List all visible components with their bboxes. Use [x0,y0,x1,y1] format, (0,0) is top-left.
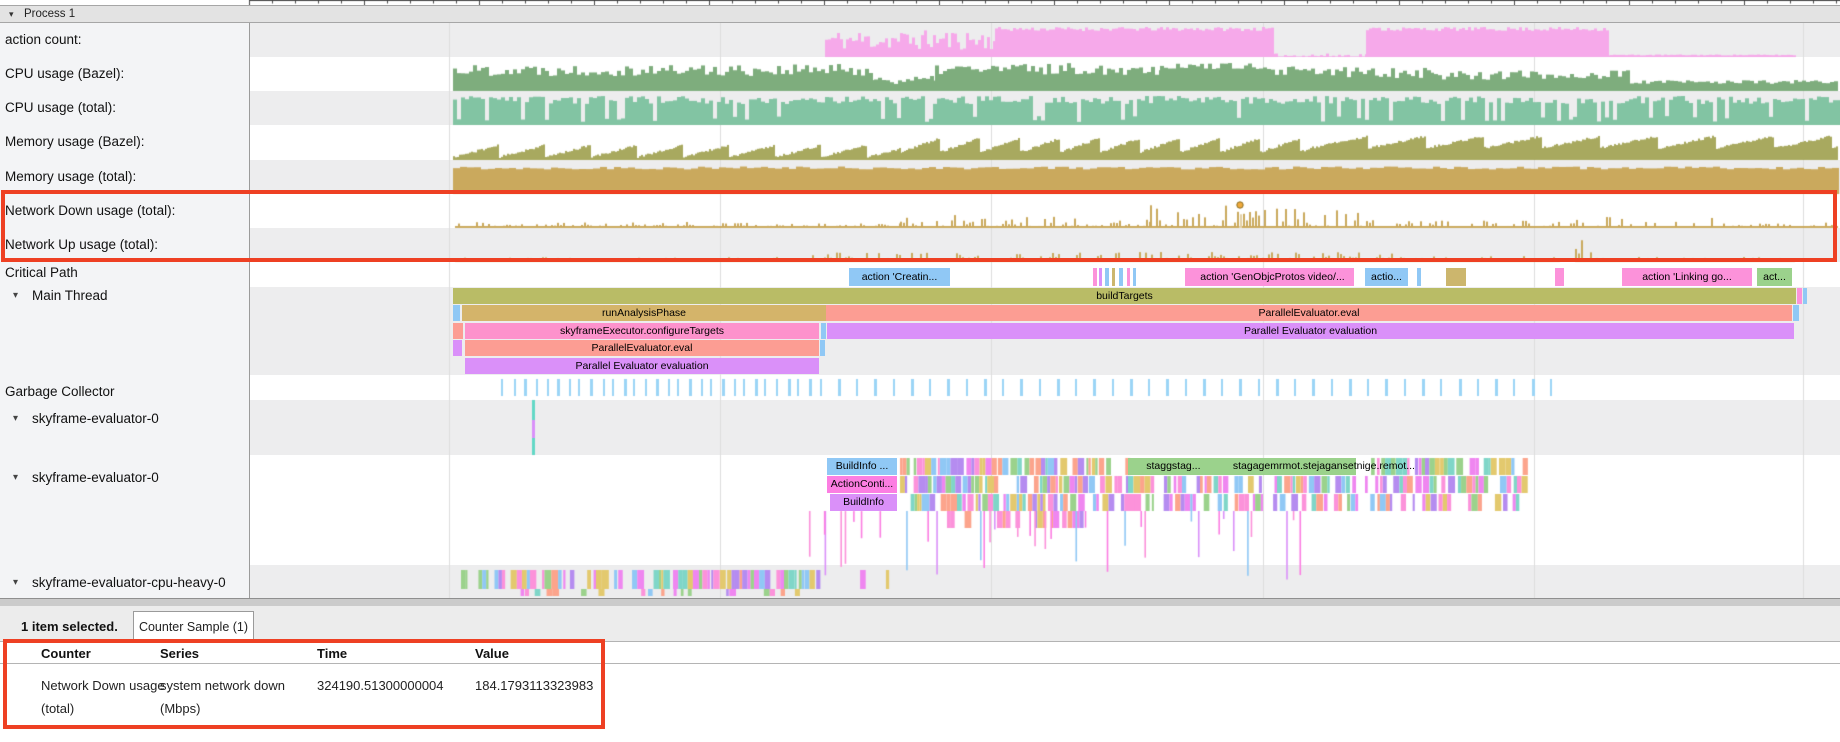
process-name: Process 1 [24,8,75,20]
overlapping-slice-label: staggstag... [1146,458,1200,475]
collapse-triangle-icon[interactable]: ▾ [13,413,18,424]
trace-slice-sliver[interactable]: staggstag...stagagemrmot.stejagansetnige… [1128,458,1356,475]
trace-slice[interactable]: act... [1757,268,1792,286]
counter-track-label: CPU usage (Bazel): [5,66,124,81]
collapse-triangle-icon[interactable]: ▾ [13,472,18,483]
collapse-triangle-icon[interactable]: ▾ [9,9,14,20]
trace-slice-sliver[interactable] [821,323,826,339]
trace-slice-sliver[interactable] [453,305,460,321]
trace-slice-sliver[interactable] [1127,268,1130,286]
details-tab-bar: 1 item selected. Counter Sample (1) [0,606,1840,642]
trace-slice-sliver[interactable] [1417,268,1421,286]
trace-slice-sliver[interactable] [1803,288,1807,304]
trace-slice-sliver[interactable] [1446,268,1466,286]
trace-slice[interactable]: action 'Linking go... [1622,268,1752,286]
trace-viewer-window: ▾ Process 1 1 item selected. Counter Sam… [0,0,1840,742]
selection-summary: 1 item selected. [21,619,118,634]
thread-track-label: Critical Path [5,265,78,280]
trace-slice[interactable]: ParallelEvaluator.eval [465,340,819,356]
counter-track-label: Memory usage (total): [5,169,136,184]
thread-track-label: skyframe-evaluator-0 [32,470,159,485]
thread-track-label: Garbage Collector [5,384,115,399]
trace-slice[interactable]: buildTargets [453,288,1796,304]
trace-slice-sliver[interactable] [453,340,462,356]
thread-track-label: skyframe-evaluator-cpu-heavy-0 [32,575,226,590]
collapse-triangle-icon[interactable]: ▾ [13,290,18,301]
counter-track-label: Memory usage (Bazel): [5,134,145,149]
trace-slice[interactable]: ActionConti... [827,476,897,493]
collapse-triangle-icon[interactable]: ▾ [13,577,18,588]
trace-slice-sliver[interactable] [1119,268,1123,286]
counter-track-label: action count: [5,32,82,47]
trace-slice[interactable]: actio... [1365,268,1408,286]
thread-track-label: skyframe-evaluator-0 [32,411,159,426]
trace-slice-sliver[interactable] [820,340,825,356]
trace-slice[interactable]: runAnalysisPhase [462,305,826,321]
network-rows-annotation-box [1,190,1837,262]
trace-slice-sliver[interactable] [453,323,463,339]
trace-slice-sliver[interactable] [1099,268,1102,286]
trace-slice[interactable]: action 'GenObjcProtos video/... [1191,268,1354,286]
process-group-header[interactable]: ▾ Process 1 [0,5,1840,23]
trace-slice-sliver[interactable] [1112,268,1115,286]
trace-slice-sliver[interactable] [1105,268,1109,286]
trace-slice[interactable]: BuildInfo ... [827,458,897,475]
trace-slice-sliver[interactable] [1133,268,1136,286]
trace-slice-sliver[interactable] [1093,268,1097,286]
trace-slice[interactable]: ParallelEvaluator.eval [826,305,1792,321]
trace-slice[interactable]: Parallel Evaluator evaluation [465,358,819,374]
trace-slice-sliver[interactable] [1793,305,1799,321]
trace-slice-sliver[interactable] [1797,288,1802,304]
thread-track-label: Main Thread [32,288,108,303]
panel-divider[interactable] [0,598,1840,606]
sample-table-annotation-box [3,639,605,729]
trace-slice[interactable]: BuildInfo [830,494,897,511]
trace-slice[interactable]: skyframeExecutor.configureTargets [465,323,819,339]
overlapping-slice-label: stagagemrmot.stejagansetnige.remot... [1233,458,1415,475]
trace-slice-sliver[interactable] [1555,268,1564,286]
counter-track-label: CPU usage (total): [5,100,116,115]
trace-slice[interactable]: action 'Creatin... [849,268,950,286]
trace-slice[interactable]: Parallel Evaluator evaluation [827,323,1794,339]
